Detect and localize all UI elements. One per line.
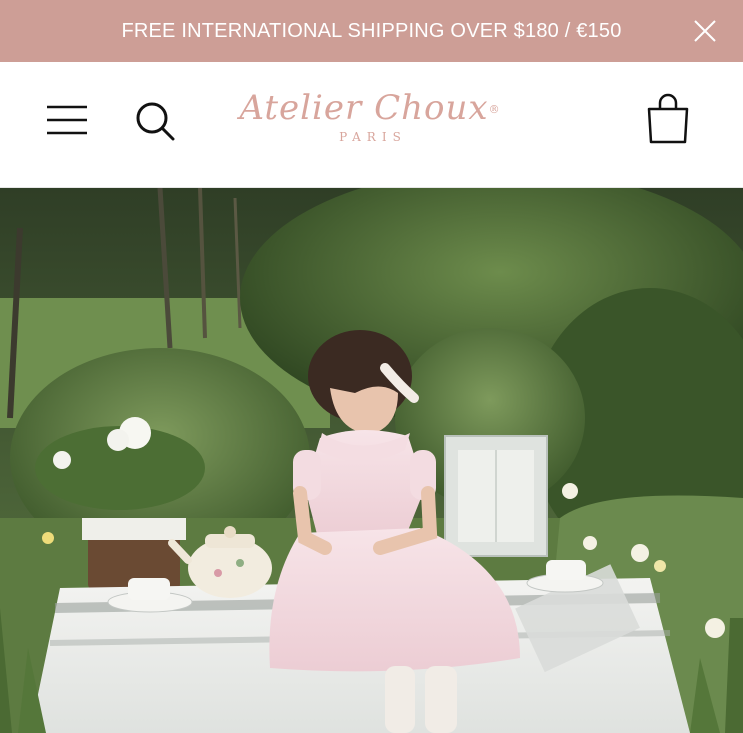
hero-image: [0, 188, 743, 733]
brand-logo[interactable]: Atelier Choux® PARIS: [230, 88, 510, 162]
hero-illustration: [0, 188, 743, 733]
promo-text: FREE INTERNATIONAL SHIPPING OVER $180 / …: [121, 19, 622, 42]
promo-bar: FREE INTERNATIONAL SHIPPING OVER $180 / …: [0, 0, 743, 62]
logo-subtitle: PARIS: [339, 130, 407, 144]
close-icon[interactable]: [693, 19, 717, 43]
hamburger-menu-icon[interactable]: [46, 103, 88, 137]
logo-script-text: Atelier Choux: [239, 88, 489, 128]
logo-registered-mark: ®: [488, 103, 501, 116]
site-header: Atelier Choux® PARIS: [0, 62, 743, 188]
logo-wordmark: Atelier Choux®: [230, 88, 510, 128]
search-icon[interactable]: [134, 100, 176, 142]
shopping-bag-icon[interactable]: [645, 93, 691, 145]
